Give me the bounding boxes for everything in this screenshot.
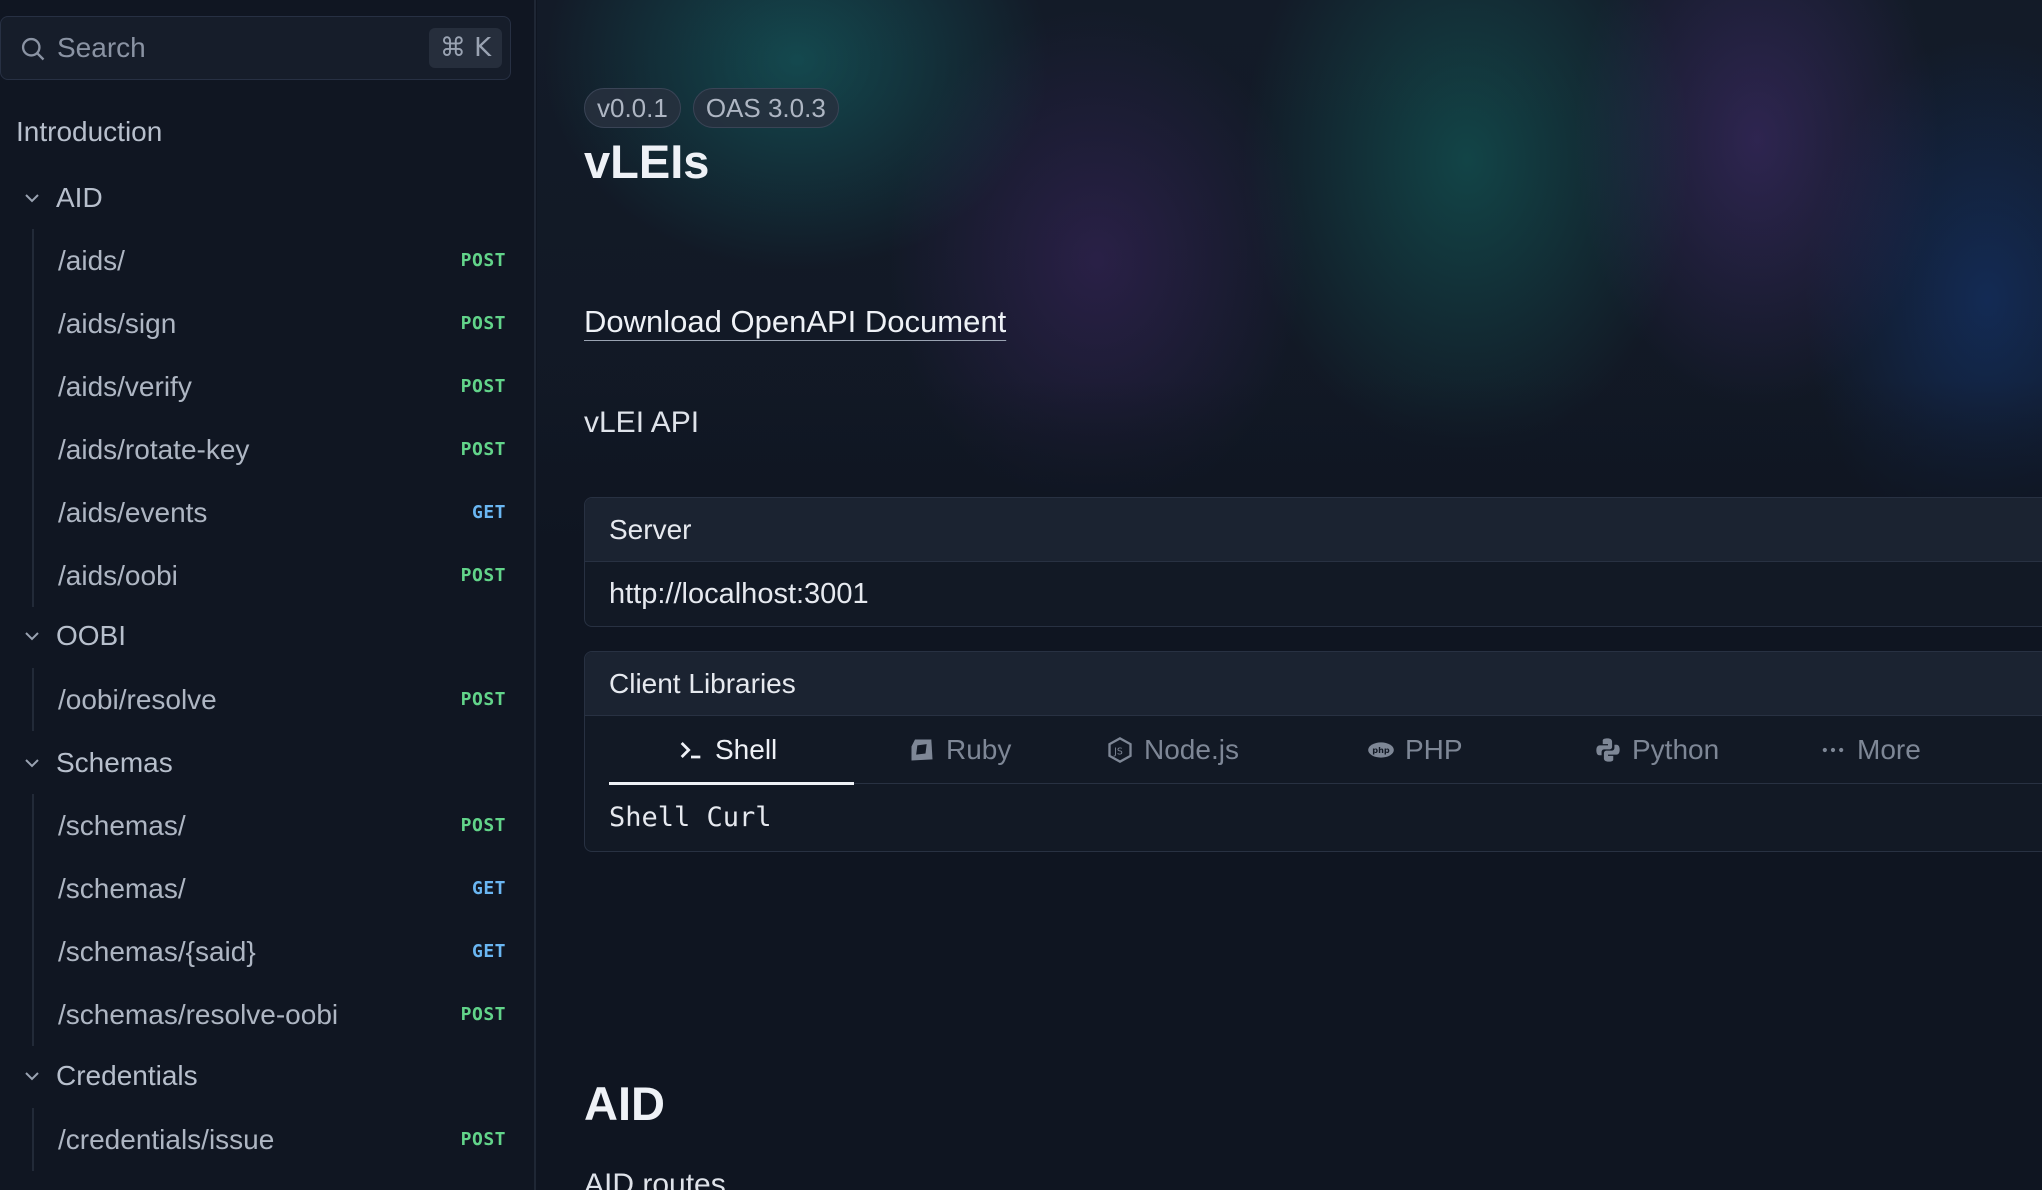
search-icon (21, 37, 45, 61)
client-libraries-heading: Client Libraries (585, 652, 2042, 716)
chevron-down-icon (25, 194, 39, 203)
tab-ruby[interactable]: Ruby (908, 716, 1011, 784)
sidebar-item-path: /schemas/{said} (58, 935, 256, 967)
method-badge: POST (460, 376, 506, 397)
oas-version-badge: OAS 3.0.3 (692, 88, 839, 128)
server-heading: Server (585, 498, 2042, 562)
sidebar-group-label: OOBI (56, 620, 127, 651)
server-card: Server http://localhost:3001 (584, 497, 2042, 627)
tab-label: Ruby (946, 734, 1012, 765)
sidebar-item-credentials-issue[interactable]: /credentials/issue POST (34, 1108, 506, 1171)
ruby-icon (911, 739, 933, 761)
sidebar-item-path: /credentials/issue (58, 1123, 275, 1155)
method-badge: POST (460, 1129, 506, 1150)
section-title-aid: AID (584, 1077, 665, 1130)
more-dots-icon (1822, 747, 1844, 753)
tab-more[interactable]: More (1819, 716, 1921, 784)
method-badge: POST (460, 313, 506, 334)
method-badge: GET (471, 941, 506, 962)
sidebar-group-label: Credentials (56, 1060, 198, 1091)
sidebar-item-path: /aids/verify (58, 370, 192, 402)
sidebar-item-aids-sign[interactable]: /aids/sign POST (34, 292, 506, 355)
sidebar-item-aids-rotate-key[interactable]: /aids/rotate-key POST (34, 418, 506, 481)
active-tab-indicator (609, 782, 854, 785)
terminal-icon (680, 742, 701, 759)
sidebar-group-schemas[interactable]: Schemas (0, 741, 536, 785)
sidebar-item-aids-verify[interactable]: /aids/verify POST (34, 355, 506, 418)
method-badge: POST (460, 565, 506, 586)
sidebar-item-path: /schemas/resolve-oobi (58, 998, 339, 1030)
python-icon (1596, 738, 1620, 762)
app-root: ⌘ K Introduction AID /aids/ POST /aids/s… (0, 0, 2042, 1190)
method-badge: POST (460, 250, 506, 271)
api-description: vLEI API (584, 406, 700, 439)
chevron-down-icon (25, 759, 39, 768)
sidebar-item-introduction[interactable]: Introduction (16, 116, 162, 148)
sidebar-item-path: /aids/rotate-key (58, 433, 250, 465)
method-badge: POST (460, 439, 506, 460)
sidebar-group-aid[interactable]: AID (0, 176, 536, 220)
tab-label: Python (1632, 734, 1720, 765)
chevron-down-icon (25, 632, 39, 641)
tab-nodejs[interactable]: JS Node.js (1106, 716, 1239, 784)
client-libraries-card: Client Libraries Shell Ruby JS Node.js p… (584, 651, 2042, 852)
tab-label: Shell (715, 734, 778, 765)
sidebar-item-path: /aids/oobi (58, 559, 178, 591)
sidebar-item-aids[interactable]: /aids/ POST (34, 229, 506, 292)
download-openapi-link[interactable]: Download OpenAPI Document (584, 304, 1006, 340)
sidebar-group-schemas-items: /schemas/ POST /schemas/ GET /schemas/{s… (32, 794, 506, 1046)
search-shortcut-badge: ⌘ K (429, 28, 502, 68)
client-library-tabs: Shell Ruby JS Node.js php PHP Python Mor… (609, 716, 2042, 785)
sidebar: ⌘ K Introduction AID /aids/ POST /aids/s… (0, 0, 536, 1190)
sidebar-item-path: /schemas/ (58, 872, 186, 904)
sidebar-group-aid-items: /aids/ POST /aids/sign POST /aids/verify… (32, 229, 506, 607)
tab-label: More (1857, 734, 1921, 765)
client-library-body: Shell Curl (609, 801, 772, 833)
method-badge: GET (471, 502, 506, 523)
sidebar-item-oobi-resolve[interactable]: /oobi/resolve POST (34, 668, 506, 731)
sidebar-group-credentials-items: /credentials/issue POST (32, 1108, 506, 1171)
version-badge: v0.0.1 (584, 88, 681, 128)
sidebar-group-label: AID (56, 182, 103, 213)
sidebar-item-schemas-get[interactable]: /schemas/ GET (34, 857, 506, 920)
main-content: v0.0.1 OAS 3.0.3 vLEIs Download OpenAPI … (537, 0, 2042, 1190)
sidebar-group-oobi-items: /oobi/resolve POST (32, 668, 506, 731)
sidebar-group-oobi[interactable]: OOBI (0, 614, 536, 658)
sidebar-item-path: /oobi/resolve (58, 683, 217, 715)
php-icon: php (1368, 742, 1394, 758)
version-badges: v0.0.1 OAS 3.0.3 (584, 88, 839, 128)
method-badge: POST (460, 815, 506, 836)
sidebar-item-aids-events[interactable]: /aids/events GET (34, 481, 506, 544)
svg-text:php: php (1372, 745, 1390, 755)
server-url[interactable]: http://localhost:3001 (585, 562, 2042, 626)
method-badge: POST (460, 689, 506, 710)
tab-label: PHP (1405, 734, 1463, 765)
sidebar-group-credentials[interactable]: Credentials (0, 1054, 536, 1098)
tab-shell[interactable]: Shell (677, 716, 777, 784)
tab-python[interactable]: Python (1594, 716, 1719, 784)
search-box[interactable]: ⌘ K (0, 16, 511, 80)
search-input[interactable] (57, 17, 417, 79)
sidebar-item-schemas-resolve-oobi[interactable]: /schemas/resolve-oobi POST (34, 983, 506, 1046)
method-badge: GET (471, 878, 506, 899)
sidebar-group-label: Schemas (56, 747, 173, 778)
sidebar-item-path: /aids/ (58, 244, 125, 276)
nodejs-icon: JS (1108, 736, 1132, 764)
sidebar-item-path: /aids/events (58, 496, 208, 528)
sidebar-item-schemas-said[interactable]: /schemas/{said} GET (34, 920, 506, 983)
tab-php[interactable]: php PHP (1367, 716, 1463, 784)
tab-label: Node.js (1144, 734, 1239, 765)
sidebar-item-path: /aids/sign (58, 307, 177, 339)
sidebar-item-schemas-post[interactable]: /schemas/ POST (34, 794, 506, 857)
sidebar-item-aids-oobi[interactable]: /aids/oobi POST (34, 544, 506, 607)
method-badge: POST (460, 1004, 506, 1025)
sidebar-item-path: /schemas/ (58, 809, 186, 841)
section-description: AID routes (584, 1168, 726, 1190)
svg-text:JS: JS (1113, 747, 1123, 758)
page-title: vLEIs (584, 135, 710, 188)
chevron-down-icon (25, 1072, 39, 1081)
